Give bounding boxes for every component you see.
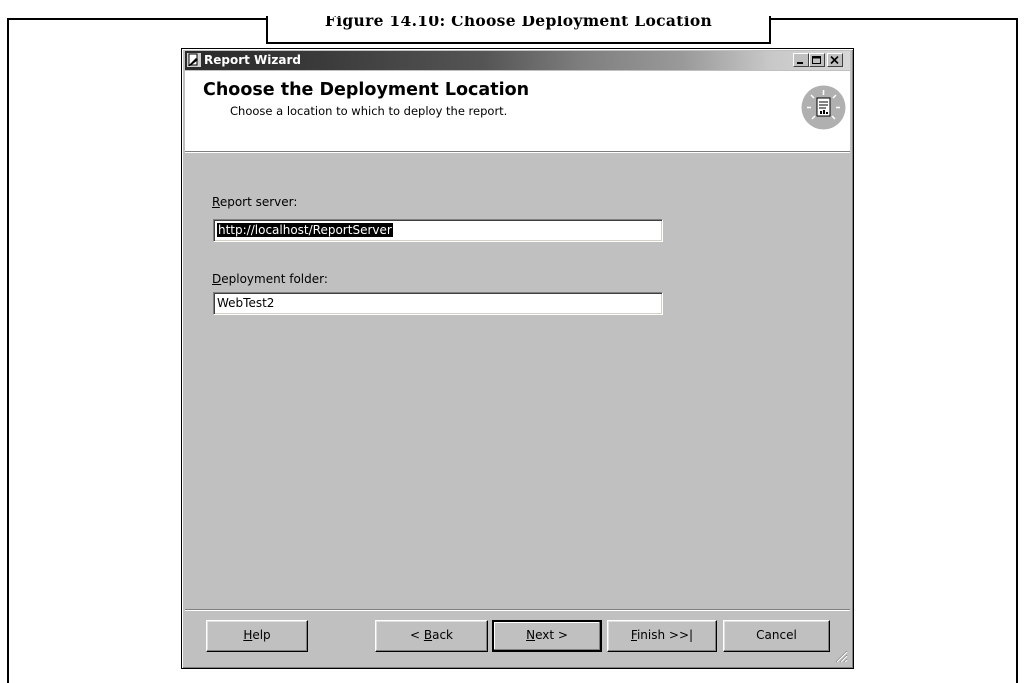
page-subtitle: Choose a location to which to deploy the… <box>230 104 508 118</box>
maximize-button[interactable] <box>809 53 825 67</box>
back-button[interactable]: < Back <box>375 620 488 652</box>
title-bar[interactable]: Report Wizard <box>185 51 850 70</box>
report-server-label: Report server: <box>212 195 298 209</box>
deployment-folder-label: Deployment folder: <box>212 272 328 286</box>
wizard-header: Choose the Deployment Location Choose a … <box>185 71 850 153</box>
report-wizard-window: Report Wizard Choose the Deployment Loca… <box>181 48 854 669</box>
minimize-icon <box>797 62 803 64</box>
maximize-icon <box>812 56 821 64</box>
report-wizard-app-icon <box>187 53 201 67</box>
cancel-button[interactable]: Cancel <box>723 620 830 652</box>
report-wizard-icon <box>801 85 846 130</box>
close-button[interactable] <box>827 53 843 67</box>
help-button[interactable]: Help <box>206 620 308 652</box>
minimize-button[interactable] <box>793 53 809 67</box>
close-icon <box>830 56 839 65</box>
button-separator-highlight <box>185 610 850 611</box>
report-server-input[interactable]: http://localhost/ReportServer <box>213 219 663 242</box>
finish-button[interactable]: Finish >>| <box>607 620 717 652</box>
deployment-folder-input[interactable]: WebTest2 <box>213 292 663 315</box>
page-title: Choose the Deployment Location <box>203 80 530 100</box>
resize-grip-icon[interactable] <box>834 649 848 663</box>
next-button[interactable]: Next > <box>492 620 602 652</box>
figure-caption: Figure 14.10: Choose Deployment Location <box>266 16 771 44</box>
window-title: Report Wizard <box>204 53 301 67</box>
